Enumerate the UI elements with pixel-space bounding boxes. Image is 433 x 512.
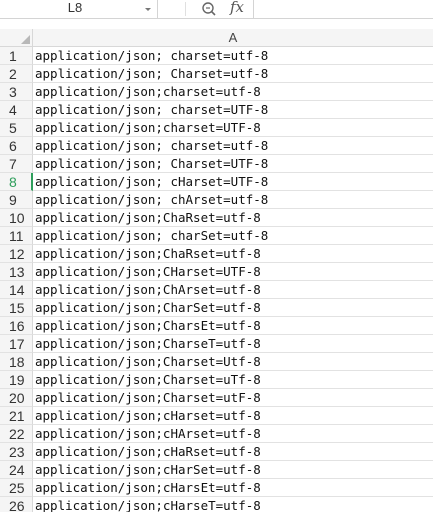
row-header[interactable]: 8: [0, 173, 33, 191]
table-row: 8 application/json; cHarset=UTF-8: [0, 173, 433, 191]
table-row: 3 application/json;charset=utf-8: [0, 83, 433, 101]
table-row: 24 application/json;cHarSet=utf-8: [0, 461, 433, 479]
row-header[interactable]: 2: [0, 65, 33, 83]
row-header[interactable]: 6: [0, 137, 33, 155]
cell-a[interactable]: application/json;cHarSet=utf-8: [33, 461, 433, 479]
table-row: 13 application/json;CHarset=UTF-8: [0, 263, 433, 281]
table-row: 19 application/json;Charset=uTf-8: [0, 371, 433, 389]
cell-a[interactable]: application/json; cHarset=UTF-8: [33, 173, 433, 191]
cell-a[interactable]: application/json; chArset=utf-8: [33, 191, 433, 209]
table-row: 20 application/json;Charset=utF-8: [0, 389, 433, 407]
table-row: 6 application/json; charset=utf-8: [0, 137, 433, 155]
row-header[interactable]: 16: [0, 317, 33, 335]
name-box-value[interactable]: L8: [0, 0, 150, 18]
cell-a[interactable]: application/json;cHarsEt=utf-8: [33, 479, 433, 497]
table-row: 22 application/json;cHArset=utf-8: [0, 425, 433, 443]
table-row: 15 application/json;CharSet=utf-8: [0, 299, 433, 317]
table-row: 2 application/json; Charset=utf-8: [0, 65, 433, 83]
cell-a[interactable]: application/json;cHarset=utf-8: [33, 407, 433, 425]
formula-bar: L8 fx: [0, 0, 433, 19]
column-header-a[interactable]: A: [33, 29, 433, 47]
cell-a[interactable]: application/json; charSet=utf-8: [33, 227, 433, 245]
table-row: 21 application/json;cHarset=utf-8: [0, 407, 433, 425]
row-header[interactable]: 25: [0, 479, 33, 497]
row-header[interactable]: 18: [0, 353, 33, 371]
row-header[interactable]: 3: [0, 83, 33, 101]
row-header[interactable]: 19: [0, 371, 33, 389]
row-header[interactable]: 9: [0, 191, 33, 209]
cell-a[interactable]: application/json;CharSet=utf-8: [33, 299, 433, 317]
table-row: 4 application/json; charset=UTF-8: [0, 101, 433, 119]
cell-a[interactable]: application/json;CharsEt=utf-8: [33, 317, 433, 335]
cell-a[interactable]: application/json;ChArset=utf-8: [33, 281, 433, 299]
row-header[interactable]: 22: [0, 425, 33, 443]
row-header[interactable]: 10: [0, 209, 33, 227]
toolbar-divider: [185, 2, 186, 16]
cell-a[interactable]: application/json;Charset=Utf-8: [33, 353, 433, 371]
table-row: 25 application/json;cHarsEt=utf-8: [0, 479, 433, 497]
table-row: 11 application/json; charSet=utf-8: [0, 227, 433, 245]
name-box[interactable]: L8: [0, 0, 158, 18]
table-row: 14 application/json;ChArset=utf-8: [0, 281, 433, 299]
cell-a[interactable]: application/json;ChaRset=utf-8: [33, 245, 433, 263]
row-header[interactable]: 1: [0, 47, 33, 65]
row-header[interactable]: 14: [0, 281, 33, 299]
cell-a[interactable]: application/json; Charset=UTF-8: [33, 155, 433, 173]
table-row: 10 application/json;ChaRset=utf-8: [0, 209, 433, 227]
select-all-triangle-icon[interactable]: [21, 35, 30, 44]
row-header[interactable]: 12: [0, 245, 33, 263]
table-row: 5 application/json;charset=UTF-8: [0, 119, 433, 137]
row-header[interactable]: 13: [0, 263, 33, 281]
table-row: 26 application/json;cHarseT=utf-8: [0, 497, 433, 512]
cell-a[interactable]: application/json;cHaRset=utf-8: [33, 443, 433, 461]
cell-a[interactable]: application/json;ChaRset=utf-8: [33, 209, 433, 227]
row-header[interactable]: 21: [0, 407, 33, 425]
cell-a[interactable]: application/json;CharseT=utf-8: [33, 335, 433, 353]
row-header[interactable]: 26: [0, 497, 33, 512]
table-row: 7 application/json; Charset=UTF-8: [0, 155, 433, 173]
cell-a[interactable]: application/json;Charset=utF-8: [33, 389, 433, 407]
row-header[interactable]: 5: [0, 119, 33, 137]
select-all-corner[interactable]: [0, 29, 33, 47]
zoom-search-icon[interactable]: [200, 0, 218, 18]
table-row: 9 application/json; chArset=utf-8: [0, 191, 433, 209]
table-row: 16 application/json;CharsEt=utf-8: [0, 317, 433, 335]
cell-a[interactable]: application/json;cHArset=utf-8: [33, 425, 433, 443]
cell-a[interactable]: application/json; charset=utf-8: [33, 47, 433, 65]
table-row: 12 application/json;ChaRset=utf-8: [0, 245, 433, 263]
function-fx-icon[interactable]: fx: [226, 0, 248, 18]
chevron-down-icon[interactable]: [143, 4, 153, 14]
cell-a[interactable]: application/json; charset=utf-8: [33, 137, 433, 155]
row-header[interactable]: 4: [0, 101, 33, 119]
formula-input[interactable]: [253, 0, 433, 18]
row-header[interactable]: 20: [0, 389, 33, 407]
cell-a[interactable]: application/json;Charset=uTf-8: [33, 371, 433, 389]
row-header[interactable]: 17: [0, 335, 33, 353]
row-header[interactable]: 7: [0, 155, 33, 173]
table-row: 17 application/json;CharseT=utf-8: [0, 335, 433, 353]
row-header[interactable]: 24: [0, 461, 33, 479]
spreadsheet-window: L8 fx A 1 application/json; charset=utf-8…: [0, 0, 433, 512]
cell-a[interactable]: application/json; charset=UTF-8: [33, 101, 433, 119]
cell-a[interactable]: application/json;charset=utf-8: [33, 83, 433, 101]
cell-a[interactable]: application/json;charset=UTF-8: [33, 119, 433, 137]
table-row: 23 application/json;cHaRset=utf-8: [0, 443, 433, 461]
sheet-grid: A 1 application/json; charset=utf-8 2 appli…: [0, 29, 433, 512]
row-header[interactable]: 23: [0, 443, 33, 461]
cell-a[interactable]: application/json;CHarset=UTF-8: [33, 263, 433, 281]
cell-a[interactable]: application/json;cHarseT=utf-8: [33, 497, 433, 512]
table-row: 18 application/json;Charset=Utf-8: [0, 353, 433, 371]
row-header[interactable]: 11: [0, 227, 33, 245]
row-header[interactable]: 15: [0, 299, 33, 317]
table-row: 1 application/json; charset=utf-8: [0, 47, 433, 65]
cell-a[interactable]: application/json; Charset=utf-8: [33, 65, 433, 83]
